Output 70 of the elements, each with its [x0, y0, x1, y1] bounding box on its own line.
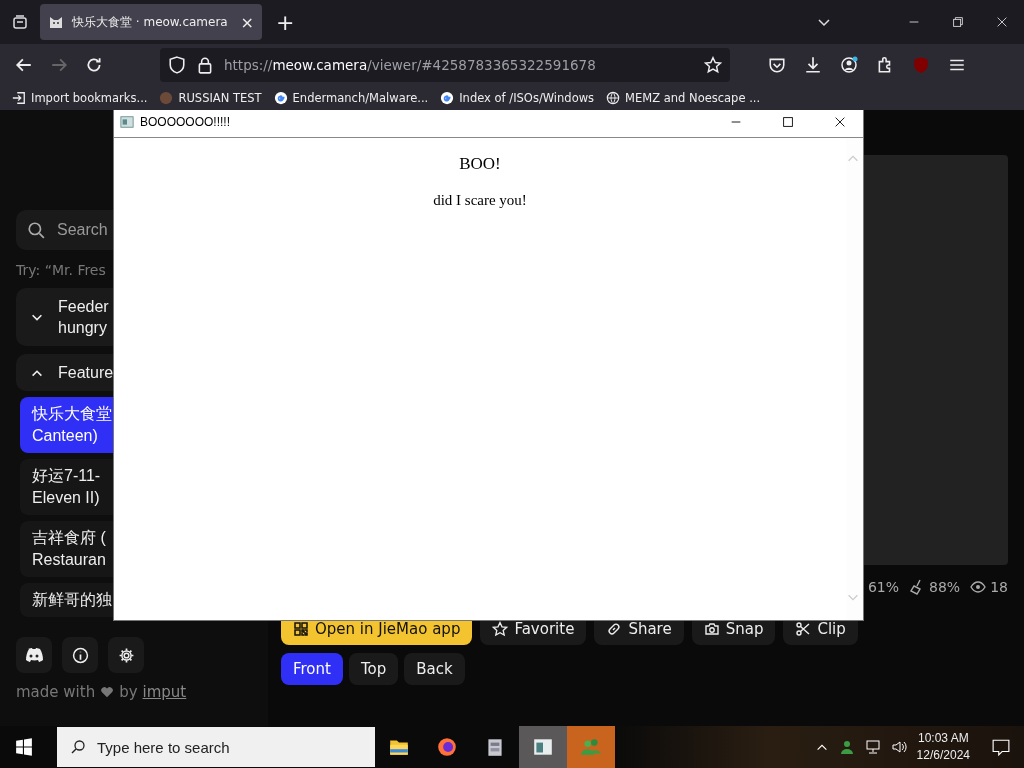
reload-icon[interactable] — [85, 56, 103, 74]
restore-icon[interactable] — [951, 15, 965, 29]
view-tab[interactable]: Back — [404, 653, 465, 685]
shield-icon — [168, 56, 186, 74]
taskbar-app[interactable] — [519, 726, 567, 768]
tab-list-icon[interactable] — [12, 14, 28, 30]
maximize-icon[interactable] — [781, 115, 795, 129]
back-icon[interactable] — [15, 56, 33, 74]
bookmark[interactable]: Index of /ISOs/Windows — [440, 91, 595, 105]
credit-text: by — [119, 683, 138, 701]
url-text: https://meow.camera/viewer/#4258783365322591678 — [224, 57, 596, 73]
close-icon[interactable] — [833, 115, 847, 129]
discord-button[interactable] — [16, 637, 52, 673]
credit-text: made with — [16, 683, 96, 701]
stat-value: 61% — [867, 579, 900, 595]
app-icon — [120, 115, 134, 129]
window-icon — [532, 736, 554, 758]
view-tab[interactable]: Top — [348, 653, 399, 685]
qr-code-icon — [293, 621, 309, 637]
stat-value: 18 — [990, 579, 1008, 595]
people-icon — [580, 736, 602, 758]
people-icon[interactable] — [838, 739, 855, 755]
cat-favicon — [48, 14, 64, 30]
volume-icon[interactable] — [890, 739, 907, 755]
tab-close-button[interactable]: × — [240, 12, 254, 32]
search-icon — [70, 739, 86, 755]
clock[interactable]: 10:03 AM 12/6/2024 — [916, 730, 970, 764]
bookmark[interactable]: Import bookmarks... — [12, 91, 148, 105]
tab-title: 快乐大食堂 · meow.camera — [72, 13, 229, 31]
browser-tab[interactable]: 快乐大食堂 · meow.camera × — [40, 4, 262, 40]
search-hint: Try: “Mr. Fres — [16, 262, 107, 278]
star-icon[interactable] — [704, 56, 722, 74]
bookmark[interactable]: RUSSIAN TEST — [159, 91, 262, 105]
account-icon[interactable] — [840, 56, 858, 74]
star-icon — [492, 621, 509, 637]
network-icon[interactable] — [864, 739, 881, 755]
eye-icon — [970, 579, 987, 595]
download-icon[interactable] — [804, 56, 822, 74]
close-icon[interactable] — [995, 15, 1009, 29]
imput-link[interactable]: imput — [142, 683, 187, 701]
window-title: BOOOOOOO!!!!! — [140, 115, 230, 129]
message: did I scare you! — [432, 192, 528, 209]
link-icon — [606, 621, 623, 637]
search-icon — [27, 221, 45, 239]
start-icon[interactable] — [15, 738, 33, 756]
bookmark[interactable]: MEMZ and Noescape ... — [606, 91, 761, 105]
heart-icon — [100, 685, 115, 699]
stat-value: 88% — [929, 579, 961, 595]
g-favicon — [273, 91, 288, 105]
info-button[interactable] — [62, 637, 98, 673]
notification-icon[interactable] — [992, 738, 1010, 756]
g-favicon — [440, 91, 455, 105]
taskbar-search-field[interactable]: Type here to search — [57, 727, 375, 767]
new-tab-button[interactable]: + — [276, 9, 295, 35]
address-bar[interactable]: https://meow.camera/viewer/#4258783365322591678 — [160, 48, 730, 82]
info-icon — [71, 646, 89, 664]
lock-icon — [196, 56, 214, 74]
discord-icon — [24, 647, 44, 663]
scissors-icon — [795, 621, 812, 637]
pocket-icon[interactable] — [768, 56, 786, 74]
globe-icon — [606, 91, 621, 105]
settings-button[interactable] — [108, 637, 144, 673]
heading: BOO! — [458, 154, 502, 174]
bookmark[interactable]: Endermanch/Malware... — [273, 91, 429, 105]
camera-icon — [703, 621, 720, 637]
import-icon — [12, 91, 26, 105]
view-tab[interactable]: Front — [281, 653, 343, 685]
browser-icon — [436, 736, 458, 758]
settings-icon — [117, 646, 135, 664]
avatar-icon — [159, 91, 174, 105]
